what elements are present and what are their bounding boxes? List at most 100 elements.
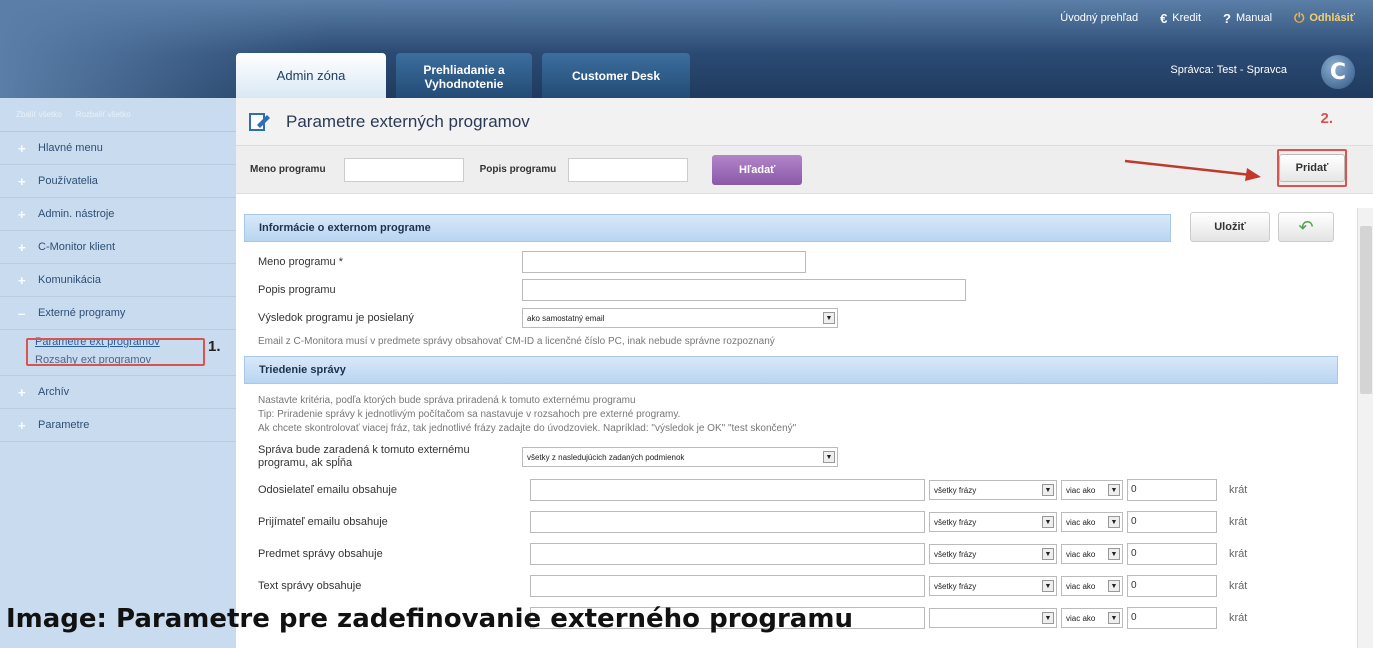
tab-browsing-evaluation[interactable]: Prehliadanie a Vyhodnotenie (396, 53, 532, 98)
sidebar-item-cmonitor-client[interactable]: + C-Monitor klient (0, 231, 236, 264)
phrase-select[interactable]: všetky frázy ▼ (929, 480, 1057, 500)
manual-link[interactable]: ? Manual (1223, 10, 1272, 26)
result-sent-value: ako samostatný email (527, 313, 605, 323)
sidebar-item-label: C-Monitor klient (38, 241, 116, 253)
phrase-value: všetky frázy (934, 581, 977, 591)
criteria-input[interactable] (530, 543, 925, 565)
logout-label: Odhlásiť (1309, 12, 1355, 24)
phrase-select[interactable]: všetky frázy ▼ (929, 544, 1057, 564)
add-button[interactable]: Pridať (1279, 154, 1345, 182)
row-program-name: Meno programu * (244, 248, 1350, 276)
chevron-down-icon: ▼ (1108, 612, 1120, 624)
program-name-label: Meno programu * (258, 256, 343, 268)
count-input[interactable]: 0 (1127, 511, 1217, 533)
sidebar-item-users[interactable]: + Používatelia (0, 165, 236, 198)
criteria-label: Predmet správy obsahuje (258, 548, 383, 560)
criteria-label: Odosielateľ emailu obsahuje (258, 484, 397, 496)
callout-arrow-icon (1124, 159, 1261, 181)
phrase-value: všetky frázy (934, 485, 977, 495)
app-logo: C (1321, 55, 1355, 89)
sidebar-item-admin-tools[interactable]: + Admin. nástroje (0, 198, 236, 231)
tab-customer-desk[interactable]: Customer Desk (542, 53, 690, 98)
tab-admin-zone[interactable]: Admin zóna (236, 53, 386, 98)
compare-select[interactable]: viac ako ▼ (1061, 544, 1123, 564)
count-input[interactable]: 0 (1127, 479, 1217, 501)
sidebar-item-label: Hlavné menu (38, 142, 103, 154)
compare-select[interactable]: viac ako ▼ (1061, 512, 1123, 532)
chevron-down-icon: ▼ (1042, 548, 1054, 560)
plus-icon: + (18, 272, 26, 288)
criteria-input[interactable] (530, 575, 925, 597)
section-header-info: Informácie o externom programe (244, 214, 1171, 242)
criteria-input[interactable] (530, 511, 925, 533)
criteria-row: Odosielateľ emailu obsahuje všetky frázy… (244, 474, 1350, 506)
edit-document-icon (248, 111, 272, 133)
callout-2: 2. (1320, 110, 1333, 127)
filter-desc-input[interactable] (568, 157, 689, 182)
sidebar-item-archive[interactable]: + Archív (0, 376, 236, 409)
credit-link[interactable]: € Kredit (1160, 10, 1201, 26)
sidebar-item-label: Archív (38, 386, 70, 398)
collapse-all-link[interactable]: Zbaliť všetko (16, 110, 62, 119)
unit-label: krát (1229, 484, 1248, 496)
compare-select[interactable]: viac ako ▼ (1061, 480, 1123, 500)
back-icon[interactable]: ↶ (1278, 212, 1334, 242)
compare-value: viac ako (1066, 581, 1096, 591)
program-name-input[interactable] (522, 251, 806, 273)
chevron-down-icon: ▼ (823, 451, 835, 463)
sidebar-item-parameters[interactable]: + Parametre (0, 409, 236, 442)
sorting-note-1: Nastavte kritéria, podľa ktorých bude sp… (258, 395, 636, 406)
chevron-down-icon: ▼ (1108, 484, 1120, 496)
result-sent-select[interactable]: ako samostatný email ▼ (522, 308, 838, 328)
sidebar-item-main-menu[interactable]: + Hlavné menu (0, 132, 236, 165)
criteria-input[interactable] (530, 479, 925, 501)
compare-select[interactable]: viac ako ▼ (1061, 576, 1123, 596)
euro-icon: € (1160, 10, 1168, 26)
sidebar-item-label: Používatelia (38, 175, 98, 187)
top-header: Úvodný prehľad € Kredit ? Manual ⏻ Odhlásiť… (0, 0, 1373, 98)
criteria-row: Predmet správy obsahuje všetky frázy ▼ vi… (244, 538, 1350, 570)
logout-link[interactable]: ⏻ Odhlásiť (1294, 10, 1355, 26)
sorting-note-2: Tip: Priradenie správy k jednotlivým poč… (258, 409, 681, 420)
count-input[interactable]: 0 (1127, 575, 1217, 597)
image-caption: Image: Parametre pre zadefinovanie exter… (6, 604, 853, 634)
phrase-select[interactable]: všetky frázy ▼ (929, 576, 1057, 596)
compare-value: viac ako (1066, 517, 1096, 527)
plus-icon: + (18, 173, 26, 189)
phrase-select[interactable]: všetky frázy ▼ (929, 512, 1057, 532)
vertical-scrollbar[interactable] (1357, 208, 1373, 648)
row-result-sent: Výsledok programu je posielaný ako samos… (244, 304, 1350, 332)
sidebar-item-external-programs[interactable]: – Externé programy (0, 297, 236, 330)
plus-icon: + (18, 239, 26, 255)
sidebar-item-communication[interactable]: + Komunikácia (0, 264, 236, 297)
compare-select[interactable]: viac ako ▼ (1061, 608, 1123, 628)
form-panel: Informácie o externom programe Uložiť ↶ … (244, 208, 1350, 648)
filter-name-label: Meno programu (250, 164, 326, 175)
criteria-label: Prijímateľ emailu obsahuje (258, 516, 388, 528)
phrase-select[interactable]: ▼ (929, 608, 1057, 628)
tab-browsing-label: Prehliadanie a Vyhodnotenie (423, 62, 505, 91)
top-links: Úvodný prehľad € Kredit ? Manual ⏻ Odhlásiť (1060, 10, 1355, 26)
chevron-down-icon: ▼ (823, 312, 835, 324)
plus-icon: + (18, 206, 26, 222)
assign-value: všetky z nasledujúcich zadaných podmieno… (527, 452, 685, 462)
program-desc-input[interactable] (522, 279, 966, 301)
scrollbar-thumb[interactable] (1360, 226, 1372, 394)
unit-label: krát (1229, 580, 1248, 592)
filter-name-input[interactable] (343, 157, 464, 182)
overview-link[interactable]: Úvodný prehľad (1060, 10, 1138, 26)
count-input[interactable]: 0 (1127, 543, 1217, 565)
phrase-value: všetky frázy (934, 549, 977, 559)
plus-icon: + (18, 417, 26, 433)
search-button[interactable]: Hľadať (712, 154, 803, 185)
page-title: Parametre externých programov (286, 111, 530, 131)
count-input[interactable]: 0 (1127, 607, 1217, 629)
sidebar-item-label: Externé programy (38, 307, 126, 319)
power-icon: ⏻ (1294, 10, 1305, 25)
criteria-row: Prijímateľ emailu obsahuje všetky frázy ▼… (244, 506, 1350, 538)
assign-select[interactable]: všetky z nasledujúcich zadaných podmieno… (522, 447, 838, 467)
main-tabs: Admin zóna Prehliadanie a Vyhodnotenie C… (236, 53, 690, 98)
expand-all-link[interactable]: Rozbaliť všetko (76, 110, 131, 119)
save-button[interactable]: Uložiť (1190, 212, 1270, 242)
expand-controls: Zbaliť všetko Rozbaliť všetko (0, 98, 236, 132)
